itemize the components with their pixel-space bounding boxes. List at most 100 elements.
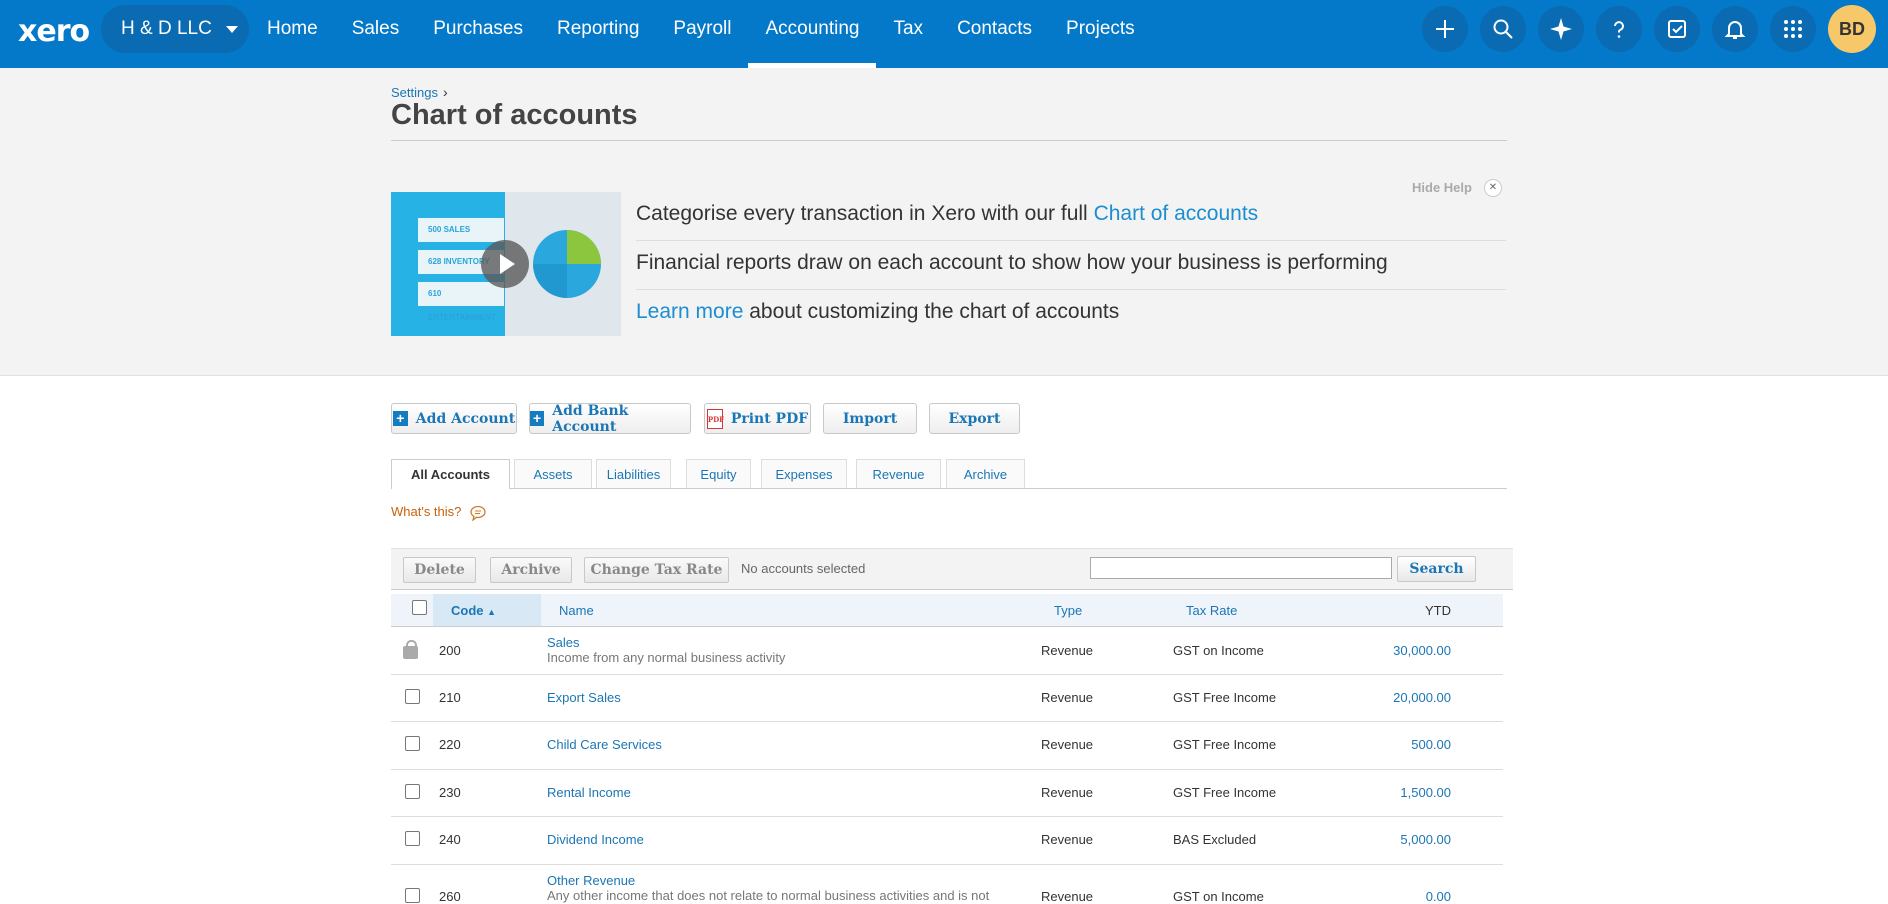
table-row[interactable]: 220 Child Care Services Revenue GST Free… <box>391 721 1503 770</box>
account-tax-rate: GST Free Income <box>1173 785 1277 800</box>
nav-payroll[interactable]: Payroll <box>656 0 748 68</box>
help-icon[interactable] <box>1596 6 1642 52</box>
chart-of-accounts-link[interactable]: Chart of accounts <box>1094 202 1259 225</box>
chevron-down-icon <box>225 25 238 33</box>
ytd-header: YTD <box>1425 603 1451 618</box>
table-row[interactable]: 230 Rental Income Revenue GST Free Incom… <box>391 769 1503 817</box>
account-tax-rate: GST on Income <box>1173 889 1264 904</box>
account-code: 220 <box>439 737 461 752</box>
row-checkbox[interactable] <box>405 888 420 903</box>
print-pdf-button[interactable]: PDF Print PDF <box>704 403 811 434</box>
nav-home[interactable]: Home <box>250 0 335 68</box>
table-row[interactable]: 260 Other Revenue Any other income that … <box>391 864 1503 904</box>
add-account-button[interactable]: + Add Account <box>391 403 517 434</box>
speech-bubble-icon <box>470 505 486 522</box>
type-header[interactable]: Type <box>1054 603 1082 618</box>
plus-icon[interactable] <box>1422 6 1468 52</box>
org-name: H & D LLC <box>121 18 212 39</box>
thumb-chip: 610 ENTERTAINMENT <box>418 282 504 322</box>
search-input[interactable] <box>1090 557 1392 579</box>
account-tax-rate: BAS Excluded <box>1173 832 1257 847</box>
account-tax-rate: GST Free Income <box>1173 737 1277 752</box>
row-checkbox[interactable] <box>405 784 420 799</box>
play-icon[interactable] <box>481 240 529 288</box>
account-name-link[interactable]: Dividend Income <box>547 832 644 847</box>
apps-grid-icon[interactable] <box>1770 6 1816 52</box>
user-avatar[interactable]: BD <box>1828 5 1876 53</box>
breadcrumb: Settings › <box>391 84 448 100</box>
nav-tax[interactable]: Tax <box>876 0 940 68</box>
account-ytd-link[interactable]: 1,500.00 <box>1331 785 1451 800</box>
account-ytd-link[interactable]: 30,000.00 <box>1331 643 1451 658</box>
change-tax-rate-button[interactable]: Change Tax Rate <box>584 557 729 583</box>
tab-archive[interactable]: Archive <box>946 459 1025 488</box>
account-ytd-link[interactable]: 0.00 <box>1331 889 1451 904</box>
main-nav: Home Sales Purchases Reporting Payroll A… <box>250 0 1152 68</box>
learn-more-link[interactable]: Learn more <box>636 300 743 323</box>
nav-reporting[interactable]: Reporting <box>540 0 656 68</box>
breadcrumb-settings[interactable]: Settings <box>391 85 438 100</box>
account-ytd-link[interactable]: 5,000.00 <box>1331 832 1451 847</box>
nav-accounting[interactable]: Accounting <box>748 0 877 68</box>
nav-contacts[interactable]: Contacts <box>940 0 1049 68</box>
account-ytd-link[interactable]: 20,000.00 <box>1331 690 1451 705</box>
code-header-label: Code <box>451 603 484 618</box>
nav-purchases[interactable]: Purchases <box>416 0 540 68</box>
sort-asc-icon: ▲ <box>487 607 497 617</box>
search-button[interactable]: Search <box>1397 556 1476 582</box>
pie-chart-icon <box>533 230 601 298</box>
row-checkbox[interactable] <box>405 689 420 704</box>
row-checkbox[interactable] <box>405 831 420 846</box>
whats-this-link[interactable]: What's this? <box>391 504 487 522</box>
tab-expenses[interactable]: Expenses <box>761 459 847 488</box>
table-row[interactable]: 240 Dividend Income Revenue BAS Excluded… <box>391 816 1503 865</box>
select-all-checkbox[interactable] <box>412 600 427 615</box>
account-name-link[interactable]: Other Revenue <box>547 873 635 888</box>
tab-all-accounts[interactable]: All Accounts <box>391 459 510 489</box>
account-type: Revenue <box>1041 832 1094 847</box>
tab-liabilities[interactable]: Liabilities <box>596 459 671 488</box>
bell-icon[interactable] <box>1712 6 1758 52</box>
account-tax-rate: GST on Income <box>1173 643 1264 658</box>
plus-icon: + <box>530 411 545 426</box>
help-line-3-text: about customizing the chart of accounts <box>743 300 1120 323</box>
tasks-icon[interactable] <box>1654 6 1700 52</box>
tax-rate-header[interactable]: Tax Rate <box>1186 603 1237 618</box>
name-header[interactable]: Name <box>559 603 594 618</box>
top-icon-group: BD <box>1422 0 1888 58</box>
add-bank-account-button[interactable]: + Add Bank Account <box>529 403 691 435</box>
account-type: Revenue <box>1041 737 1094 752</box>
account-ytd-link[interactable]: 500.00 <box>1331 737 1451 752</box>
row-checkbox[interactable] <box>405 736 420 751</box>
search-icon[interactable] <box>1480 6 1526 52</box>
account-description: Any other income that does not relate to… <box>547 888 990 903</box>
title-divider <box>391 140 1507 141</box>
archive-button[interactable]: Archive <box>490 557 572 583</box>
sparkle-icon[interactable] <box>1538 6 1584 52</box>
account-type: Revenue <box>1041 889 1094 904</box>
table-row[interactable]: 210 Export Sales Revenue GST Free Income… <box>391 674 1503 722</box>
tab-equity[interactable]: Equity <box>686 459 751 488</box>
delete-button[interactable]: Delete <box>403 557 476 583</box>
account-name-link[interactable]: Sales <box>547 635 580 650</box>
account-code: 240 <box>439 832 461 847</box>
tab-assets[interactable]: Assets <box>514 459 592 488</box>
account-name-link[interactable]: Rental Income <box>547 785 631 800</box>
nav-sales[interactable]: Sales <box>335 0 417 68</box>
account-name-link[interactable]: Export Sales <box>547 690 621 705</box>
account-name-link[interactable]: Child Care Services <box>547 737 662 752</box>
thumb-chip: 500 SALES <box>418 218 504 242</box>
table-row[interactable]: 200 Sales Income from any normal busines… <box>391 626 1503 675</box>
help-text: Categorise every transaction in Xero wit… <box>636 192 1506 338</box>
import-button[interactable]: Import <box>823 403 917 434</box>
top-nav-bar: xero H & D LLC Home Sales Purchases Repo… <box>0 0 1888 68</box>
lock-icon <box>403 640 418 659</box>
code-header[interactable]: Code ▲ <box>451 603 496 618</box>
export-button[interactable]: Export <box>929 403 1020 434</box>
xero-logo[interactable]: xero <box>18 14 90 49</box>
tab-revenue[interactable]: Revenue <box>856 459 941 488</box>
nav-projects[interactable]: Projects <box>1049 0 1152 68</box>
help-video-thumbnail[interactable]: 500 SALES 628 INVENTORY 610 ENTERTAINMEN… <box>391 192 621 336</box>
org-switcher[interactable]: H & D LLC <box>101 5 249 53</box>
pdf-icon: PDF <box>706 408 724 429</box>
